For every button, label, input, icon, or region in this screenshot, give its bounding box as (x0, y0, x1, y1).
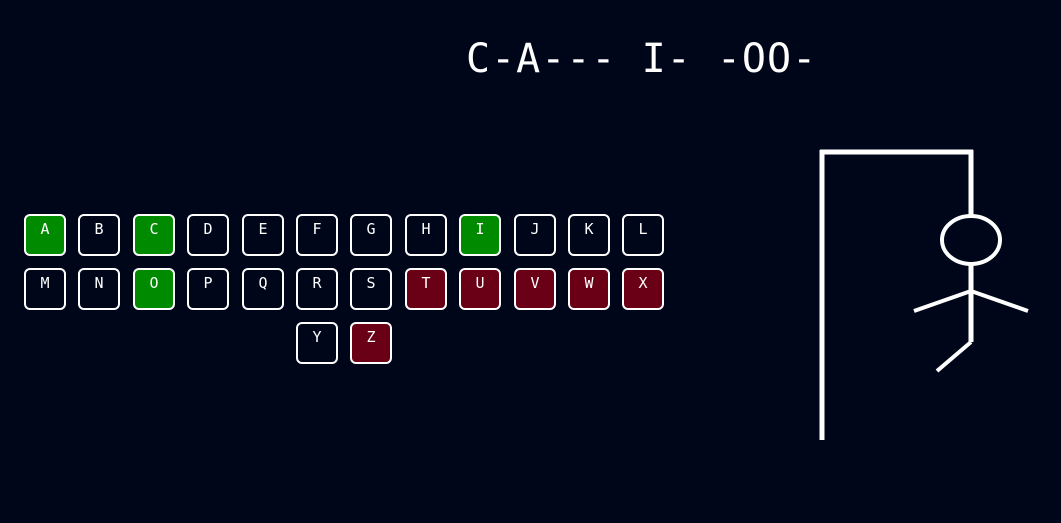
hangman-left-leg (935, 340, 973, 373)
key-d[interactable]: D (187, 214, 229, 256)
hangman-head (940, 214, 1002, 266)
key-l[interactable]: L (622, 214, 664, 256)
key-f[interactable]: F (296, 214, 338, 256)
letter-keyboard: ABCDEFGHIJKL MNOPQRSTUVWX YZ (24, 214, 684, 374)
key-u[interactable]: U (459, 268, 501, 310)
key-r[interactable]: R (296, 268, 338, 310)
key-x[interactable]: X (622, 268, 664, 310)
hangman-right-arm (970, 289, 1029, 313)
key-m[interactable]: M (24, 268, 66, 310)
key-y[interactable]: Y (296, 322, 338, 364)
key-g[interactable]: G (350, 214, 392, 256)
key-i[interactable]: I (459, 214, 501, 256)
hangman-left-arm (913, 289, 972, 313)
key-j[interactable]: J (514, 214, 556, 256)
key-s[interactable]: S (350, 268, 392, 310)
key-h[interactable]: H (405, 214, 447, 256)
key-w[interactable]: W (568, 268, 610, 310)
key-n[interactable]: N (78, 268, 120, 310)
key-e[interactable]: E (242, 214, 284, 256)
hangman-drawing (819, 149, 1029, 440)
key-v[interactable]: V (514, 268, 556, 310)
key-a[interactable]: A (24, 214, 66, 256)
key-t[interactable]: T (405, 268, 447, 310)
key-o[interactable]: O (133, 268, 175, 310)
key-p[interactable]: P (187, 268, 229, 310)
key-k[interactable]: K (568, 214, 610, 256)
key-c[interactable]: C (133, 214, 175, 256)
key-q[interactable]: Q (242, 268, 284, 310)
hangman-game: C-A--- I- -OO- ABCDEFGHIJKL MNOPQRSTUVWX Y… (0, 0, 1061, 523)
word-display: C-A--- I- -OO- (466, 36, 818, 82)
key-b[interactable]: B (78, 214, 120, 256)
key-z[interactable]: Z (350, 322, 392, 364)
